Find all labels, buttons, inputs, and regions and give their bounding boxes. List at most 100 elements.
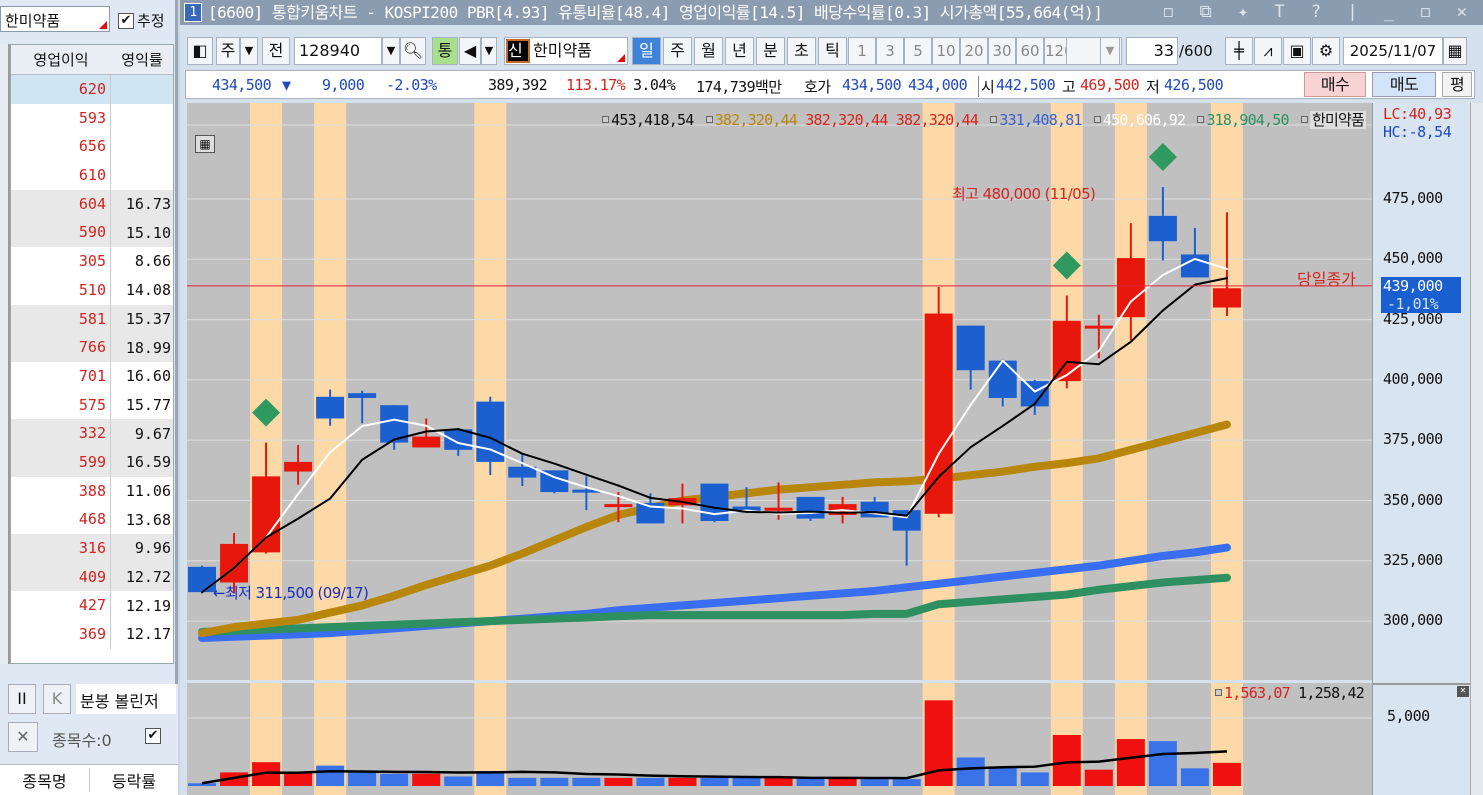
chevron-down-icon[interactable]: ▼ bbox=[481, 37, 497, 65]
col-operating-profit[interactable]: 영업이익 bbox=[11, 49, 111, 70]
save-icon[interactable]: ▣ bbox=[1283, 37, 1311, 65]
volume-bar bbox=[284, 773, 313, 786]
period-tab[interactable]: 주 bbox=[663, 37, 692, 65]
operating-margin: 15.37 bbox=[125, 309, 171, 328]
table-row[interactable]: 510 14.08 bbox=[11, 275, 173, 305]
table-row[interactable]: 593 bbox=[11, 103, 173, 133]
table-row[interactable]: 656 bbox=[11, 132, 173, 162]
period-tab[interactable]: 분 bbox=[756, 37, 785, 65]
table-row[interactable]: 620 bbox=[11, 75, 173, 104]
interval-button[interactable]: 30 bbox=[988, 37, 1016, 65]
table-row[interactable]: 575 15.77 bbox=[11, 390, 173, 420]
window-number: 1 bbox=[184, 3, 202, 22]
table-row[interactable]: 468 13.68 bbox=[11, 505, 173, 534]
count-total: /600 bbox=[1179, 42, 1213, 60]
table-row[interactable]: 388 11.06 bbox=[11, 476, 173, 506]
interval-button[interactable]: 5 bbox=[904, 37, 932, 65]
table-row[interactable]: 599 16.59 bbox=[11, 447, 173, 477]
table-row[interactable]: 766 18.99 bbox=[11, 333, 173, 362]
k-button[interactable]: K bbox=[43, 684, 71, 714]
volume-bar bbox=[764, 777, 793, 786]
col-operating-margin[interactable]: 영익률 bbox=[111, 49, 173, 70]
volume-bar bbox=[604, 777, 633, 786]
operating-margin: 16.60 bbox=[125, 367, 171, 386]
table-row[interactable]: 409 12.72 bbox=[11, 562, 173, 592]
table-row[interactable]: 369 12.17 bbox=[11, 620, 173, 649]
table-row[interactable]: 590 15.10 bbox=[11, 218, 173, 248]
candle-body bbox=[252, 476, 281, 553]
vertical-scrollbar[interactable] bbox=[1470, 103, 1483, 795]
close-line-label: 당일종가 bbox=[1297, 270, 1356, 289]
speaker-icon[interactable]: ◀ bbox=[459, 37, 481, 65]
close-button[interactable]: ✕ bbox=[8, 722, 38, 752]
layout-icon[interactable]: ◧ bbox=[187, 37, 213, 65]
interval-button[interactable]: 3 bbox=[876, 37, 904, 65]
table-row[interactable]: 701 16.60 bbox=[11, 361, 173, 391]
tong-button[interactable]: 통 bbox=[432, 37, 458, 65]
chevron-down-icon[interactable]: ▼ bbox=[1100, 37, 1120, 65]
volume-chart[interactable]: 1,563,07 1,258,42 bbox=[187, 683, 1372, 795]
window-controls[interactable]: ◻ ⧉ ✦ T ? | _ ◻ ✕ bbox=[1163, 0, 1475, 25]
stock-search-input[interactable]: 한미약품 bbox=[0, 6, 110, 32]
all-button[interactable]: 전 bbox=[262, 37, 290, 65]
gear-icon[interactable]: ⚙ bbox=[1312, 37, 1340, 65]
eval-button[interactable]: 평 bbox=[1442, 72, 1472, 97]
period-tab[interactable]: 틱 bbox=[818, 37, 847, 65]
count-input[interactable]: 33 bbox=[1126, 37, 1178, 65]
market-select[interactable]: 주 bbox=[216, 37, 240, 65]
condition-name[interactable]: 분봉 볼린저 bbox=[76, 684, 176, 714]
table-row[interactable]: 332 9.67 bbox=[11, 419, 173, 448]
table-row[interactable]: 316 9.96 bbox=[11, 534, 173, 563]
price-chart[interactable]: ▦ 453,418,54 382,320,44 382,320,44 382,3… bbox=[187, 103, 1372, 680]
table-toggle-icon[interactable]: ▦ bbox=[195, 135, 215, 153]
price-change: 9,000 bbox=[322, 76, 365, 94]
volume-chart-svg[interactable] bbox=[187, 683, 1372, 795]
candle-body bbox=[956, 325, 985, 371]
interval-button[interactable]: 1 bbox=[848, 37, 876, 65]
volume: 389,392 bbox=[488, 76, 548, 94]
title-bar: 1 [6600] 통합키움차트 - KOSPI200 PBR[4.93] 유통비… bbox=[180, 0, 1483, 25]
table-row[interactable]: 305 8.66 bbox=[11, 247, 173, 276]
table-row[interactable]: 604 16.73 bbox=[11, 189, 173, 219]
period-tab[interactable]: 초 bbox=[787, 37, 816, 65]
stock-code-input[interactable]: 128940 bbox=[294, 37, 382, 65]
interval-button[interactable]: 20 bbox=[960, 37, 988, 65]
chart-legend: 453,418,54 382,320,44 382,320,44 382,320… bbox=[598, 109, 1366, 130]
candle-body bbox=[348, 393, 377, 398]
condition-checkbox[interactable]: ✔ bbox=[145, 727, 161, 744]
interval-button[interactable]: 10 bbox=[932, 37, 960, 65]
col-change-rate[interactable]: 등락률 bbox=[90, 768, 178, 792]
search-icon[interactable]: 🔍︎ bbox=[400, 37, 426, 65]
estimate-checkbox[interactable]: ✔ 추정 bbox=[118, 10, 165, 31]
col-stock-name[interactable]: 종목명 bbox=[0, 768, 90, 792]
interval-button[interactable]: 60 bbox=[1016, 37, 1044, 65]
buy-button[interactable]: 매수 bbox=[1304, 72, 1366, 97]
price-tick: 300,000 bbox=[1383, 611, 1443, 630]
checkbox-icon[interactable]: ✔ bbox=[118, 12, 134, 29]
price-tick: 375,000 bbox=[1383, 430, 1443, 449]
table-row[interactable]: 610 bbox=[11, 161, 173, 190]
period-tab[interactable]: 일 bbox=[632, 37, 661, 65]
low-price: 426,500 bbox=[1164, 76, 1224, 94]
chart-window: 1 [6600] 통합키움차트 - KOSPI200 PBR[4.93] 유통비… bbox=[180, 0, 1483, 795]
indicator-add-icon[interactable]: ⩘ bbox=[1254, 37, 1282, 65]
table-row[interactable]: 427 12.19 bbox=[11, 591, 173, 621]
date-input[interactable]: 2025/11/07 bbox=[1343, 37, 1443, 65]
chevron-down-icon[interactable]: ▼ bbox=[240, 37, 258, 65]
period-tab[interactable]: 년 bbox=[725, 37, 754, 65]
candle-body bbox=[892, 510, 921, 531]
maximize-icon[interactable]: ✕ bbox=[1457, 686, 1469, 697]
period-tab[interactable]: 월 bbox=[694, 37, 723, 65]
chevron-down-icon[interactable]: ▼ bbox=[382, 37, 400, 65]
operating-profit: 590 bbox=[11, 218, 111, 248]
table-row[interactable]: 581 15.37 bbox=[11, 304, 173, 334]
candle-add-icon[interactable]: ╪ bbox=[1225, 37, 1253, 65]
estimate-label: 추정 bbox=[137, 12, 165, 30]
pause-button[interactable]: II bbox=[8, 684, 36, 714]
quote-bar: 434,500 ▼ 9,000 -2.03% 389,392 113.17% 3… bbox=[185, 70, 1475, 99]
operating-profit: 593 bbox=[11, 103, 111, 133]
volume-bar bbox=[572, 777, 601, 786]
sell-button[interactable]: 매도 bbox=[1372, 72, 1436, 97]
stock-name-field[interactable]: 신 한미약품 bbox=[504, 37, 628, 65]
calendar-icon[interactable]: ▦ bbox=[1443, 37, 1467, 65]
